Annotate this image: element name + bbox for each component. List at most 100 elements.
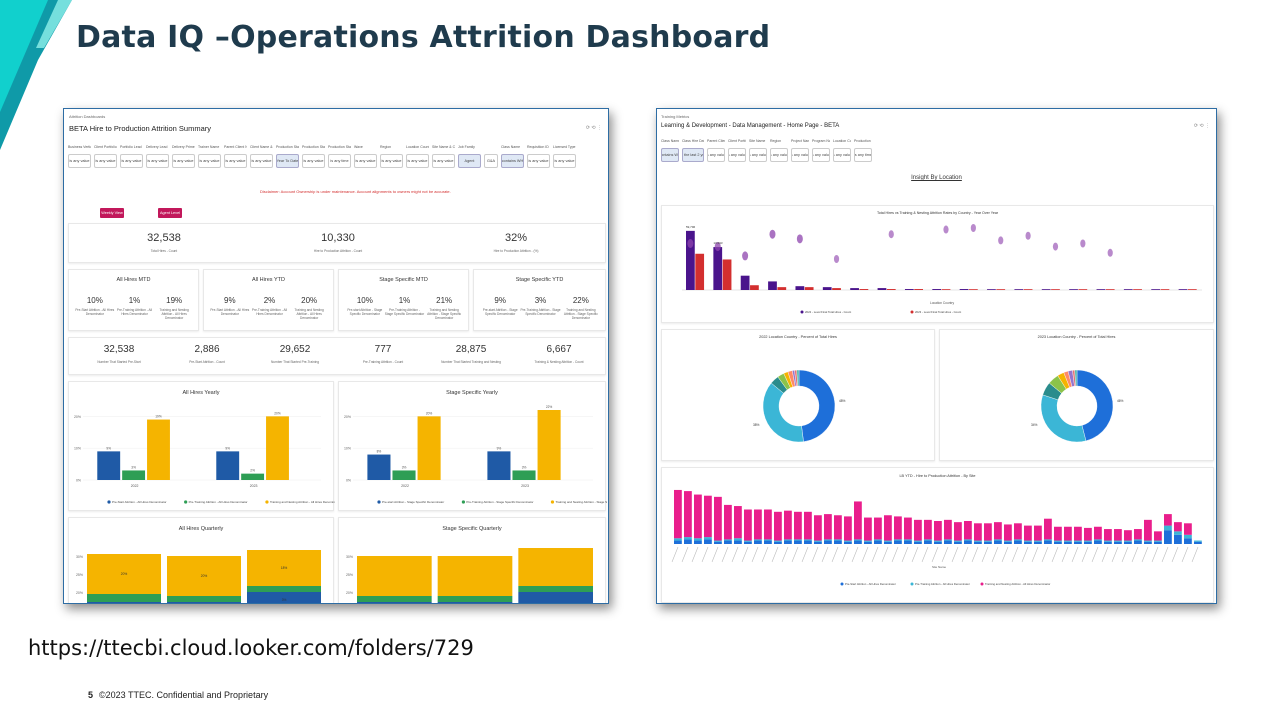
stacked-bar-segment[interactable] [994,522,1002,540]
stacked-bar-segment[interactable] [754,509,762,540]
stacked-bar-segment[interactable] [824,540,832,544]
bubble-2022[interactable] [796,234,803,244]
filter-value[interactable]: is any value [527,154,550,168]
stacked-bar-segment[interactable] [1144,541,1152,544]
filter-value[interactable]: is any value [172,154,195,168]
bubble-2023[interactable] [1025,231,1031,240]
filter-value[interactable]: is any value [380,154,403,168]
stacked-bar-segment[interactable] [1124,540,1132,542]
bar-2022[interactable] [1041,289,1051,290]
bar-2023[interactable] [1105,289,1115,290]
stacked-bar-segment[interactable] [1144,519,1152,541]
stacked-bar-segment[interactable] [357,556,432,596]
stacked-bar-segment[interactable] [1044,540,1052,544]
stacked-bar-segment[interactable] [518,592,593,604]
stacked-bar-segment[interactable] [357,596,432,602]
stacked-bar-segment[interactable] [754,540,762,544]
stacked-bar-segment[interactable] [934,521,942,541]
stacked-bar-segment[interactable] [1014,523,1022,540]
dashboard-url[interactable]: https://ttecbi.cloud.looker.com/folders/… [28,636,474,660]
stacked-bar-segment[interactable] [1094,540,1102,544]
stacked-bar-segment[interactable] [924,540,932,544]
bar-2022[interactable] [1014,289,1024,290]
stacked-bar-segment[interactable] [704,539,712,544]
stacked-bar-segment[interactable] [964,540,972,544]
bar-2022[interactable] [713,247,723,290]
stacked-bar-segment[interactable] [1174,531,1182,535]
stacked-bar-segment[interactable] [914,540,922,542]
stacked-bar-segment[interactable] [744,509,752,541]
bar-2022[interactable] [959,289,969,290]
bubble-2023[interactable] [1080,239,1086,248]
stacked-bar-segment[interactable] [814,541,822,544]
stacked-bar-segment[interactable] [684,537,692,540]
stacked-bar-segment[interactable] [924,539,932,541]
stacked-bar-segment[interactable] [844,540,852,542]
bubble-2022[interactable] [769,229,776,239]
stacked-bar-segment[interactable] [1004,524,1012,541]
stacked-bar-segment[interactable] [854,540,862,544]
bar[interactable] [417,416,441,480]
filter-value[interactable]: is any value [749,148,767,162]
stacked-bar-segment[interactable] [1104,529,1112,541]
stacked-bar-segment[interactable] [674,540,682,544]
filter-value[interactable]: is any value [432,154,455,168]
bar-2022[interactable] [740,275,750,290]
stacked-bar-segment[interactable] [974,541,982,544]
stacked-bar-segment[interactable] [1064,541,1072,544]
stacked-bar-segment[interactable] [734,540,742,544]
stacked-bar-segment[interactable] [774,541,782,544]
stacked-bar-segment[interactable] [984,541,992,544]
stacked-bar-segment[interactable] [1084,540,1092,542]
stacked-bar-segment[interactable] [704,537,712,540]
stacked-bar-segment[interactable] [1174,534,1182,544]
filter-value[interactable]: is any value [707,148,725,162]
stacked-bar-segment[interactable] [1184,538,1192,544]
filter-value[interactable]: is any value [770,148,788,162]
bar[interactable] [147,419,170,480]
stacked-bar-segment[interactable] [1074,526,1082,541]
stacked-bar-segment[interactable] [814,540,822,542]
stacked-bar-segment[interactable] [964,539,972,541]
stacked-bar-segment[interactable] [247,586,321,592]
stacked-bar-segment[interactable] [1094,539,1102,541]
bar-2023[interactable] [777,287,787,290]
bar-2023[interactable] [1133,289,1142,290]
stacked-bar-segment[interactable] [1114,529,1122,541]
stacked-bar-segment[interactable] [1034,541,1042,544]
stacked-bar-segment[interactable] [87,594,161,602]
stacked-bar-segment[interactable] [904,539,912,541]
stacked-bar-segment[interactable] [518,586,593,592]
bar-2022[interactable] [1096,289,1106,290]
stacked-bar-segment[interactable] [874,540,882,544]
stacked-bar-segment[interactable] [1104,540,1112,542]
bar-2022[interactable] [822,287,832,290]
stacked-bar-segment[interactable] [167,596,241,602]
filter-value[interactable]: is any value [728,148,746,162]
bar-2023[interactable] [750,285,759,290]
stacked-bar-segment[interactable] [1154,531,1162,541]
stacked-bar-segment[interactable] [774,540,782,542]
stacked-bar-segment[interactable] [834,515,842,540]
stacked-bar-segment[interactable] [984,540,992,542]
stacked-bar-segment[interactable] [814,515,822,541]
stacked-bar-segment[interactable] [1054,526,1062,541]
stacked-bar-segment[interactable] [824,539,832,541]
dashboard-actions[interactable]: ⟳ ⟲ ⋮ [1194,123,1210,129]
stacked-bar-segment[interactable] [1194,541,1202,544]
stacked-bar-segment[interactable] [724,539,732,541]
stacked-bar-segment[interactable] [914,519,922,541]
stacked-bar-segment[interactable] [894,516,902,540]
stacked-bar-segment[interactable] [1164,530,1172,544]
filter-value[interactable]: is any value [68,154,91,168]
stacked-bar-segment[interactable] [974,540,982,542]
stacked-bar-segment[interactable] [804,540,812,544]
bubble-2023[interactable] [888,230,894,239]
stacked-bar-segment[interactable] [1114,541,1122,544]
donut-slice[interactable] [798,369,836,442]
stacked-bar-segment[interactable] [1104,541,1112,544]
stacked-bar-segment[interactable] [1014,539,1022,541]
stacked-bar-segment[interactable] [954,522,962,541]
stacked-bar-segment[interactable] [1034,525,1042,541]
stacked-bar-segment[interactable] [1094,526,1102,540]
